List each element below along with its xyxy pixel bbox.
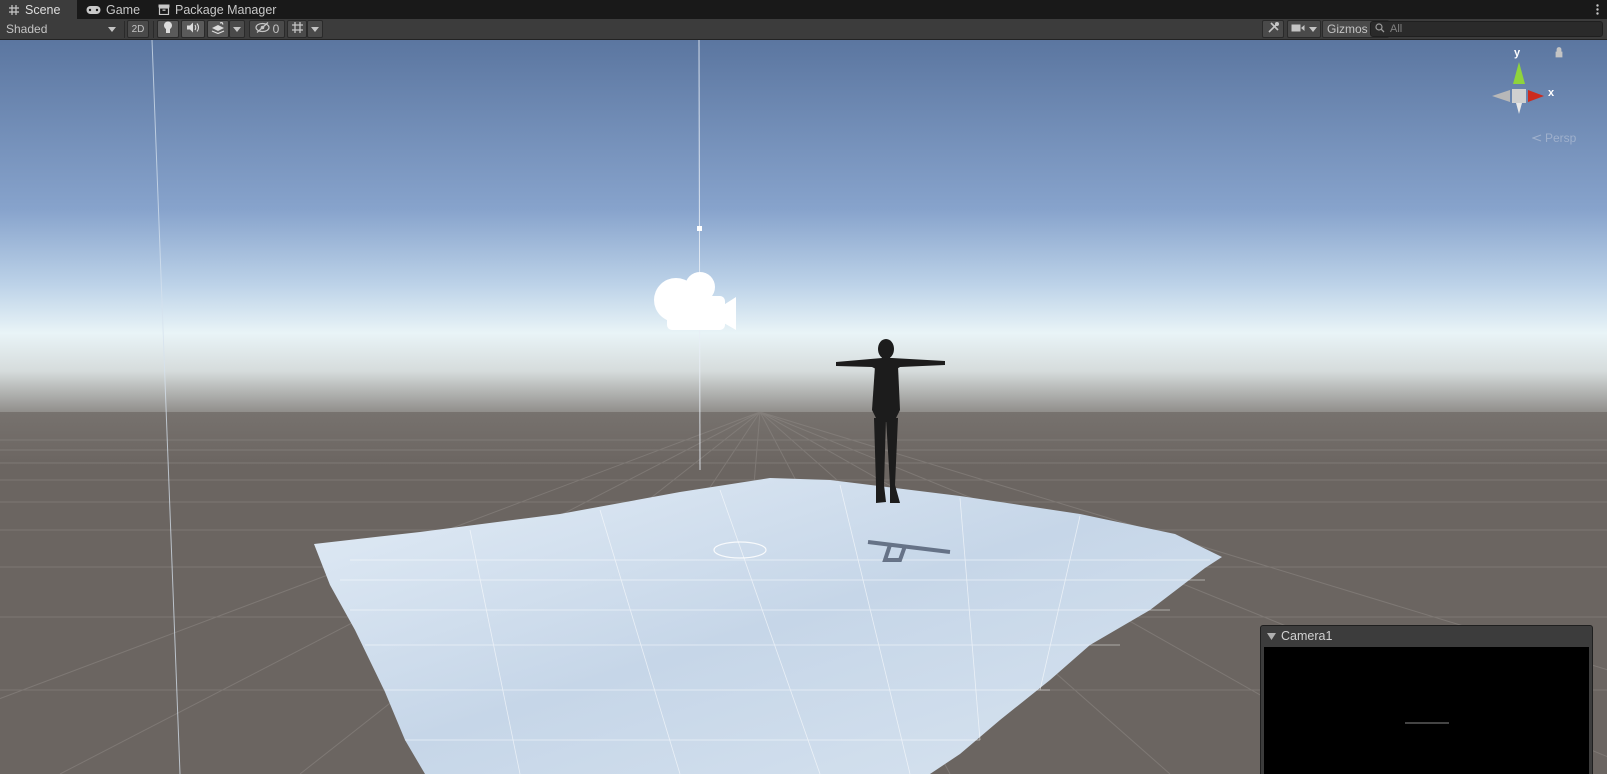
scene-search[interactable]	[1370, 21, 1603, 37]
tab-package-manager[interactable]: Package Manager	[150, 0, 290, 19]
camera-settings-dropdown[interactable]	[1287, 20, 1321, 38]
chevron-down-icon	[108, 26, 116, 32]
projection-label: Persp	[1545, 131, 1577, 145]
grid-toggle[interactable]	[287, 20, 307, 38]
neg-x-axis-cone[interactable]	[1492, 90, 1510, 102]
y-axis-cone[interactable]	[1513, 62, 1525, 84]
audio-toggle[interactable]	[181, 20, 205, 38]
camera-preview-title: Camera1	[1281, 629, 1333, 643]
camera-preview-panel: Camera1	[1260, 625, 1593, 774]
center-cube[interactable]	[1512, 89, 1526, 103]
y-axis-label: y	[1514, 47, 1521, 59]
search-icon	[1375, 22, 1385, 36]
tools-button[interactable]	[1262, 20, 1284, 38]
skybox	[0, 40, 1607, 416]
scene-toolbar: Shaded 2D 0 Gizmos All	[0, 19, 1607, 40]
tab-label: Scene	[25, 2, 61, 17]
camera-preview-screen	[1264, 647, 1589, 774]
more-options-icon[interactable]	[1591, 1, 1603, 18]
effects-dropdown[interactable]	[229, 20, 245, 38]
projection-toggle[interactable]: Persp	[1531, 131, 1577, 145]
divider	[153, 21, 154, 38]
video-camera-icon	[1291, 22, 1305, 36]
scene-viewport[interactable]: y x Persp Camera1	[0, 40, 1607, 774]
tab-game[interactable]: Game	[78, 0, 156, 19]
divider	[124, 21, 125, 38]
lock-icon[interactable]	[1555, 47, 1563, 58]
hidden-count: 0	[272, 22, 280, 36]
package-icon	[158, 4, 170, 15]
collapse-triangle-icon[interactable]	[1267, 629, 1276, 643]
search-input[interactable]	[1390, 23, 1590, 35]
unity-scene-window: Scene Game Package Manager Shaded 2D 0 G…	[0, 0, 1607, 774]
camera-preview-header[interactable]: Camera1	[1261, 626, 1592, 646]
layers-icon	[211, 21, 225, 37]
tab-bar: Scene Game Package Manager	[0, 0, 1607, 19]
gizmo-handle	[697, 226, 702, 231]
chevron-down-icon	[1309, 26, 1317, 32]
lighting-toggle[interactable]	[157, 20, 179, 38]
tab-scene[interactable]: Scene	[0, 0, 77, 19]
scene-visibility-toggle[interactable]: 0	[249, 20, 285, 38]
speaker-icon	[186, 22, 200, 36]
gamepad-icon	[86, 5, 101, 15]
grid-snap-icon	[291, 21, 304, 37]
preview-render-mark	[1404, 721, 1449, 724]
toggle-2d-button[interactable]: 2D	[127, 20, 149, 38]
tab-label: Game	[106, 2, 141, 17]
toggle-2d-label: 2D	[131, 23, 145, 35]
lightbulb-icon	[163, 21, 173, 37]
x-axis-label: x	[1548, 87, 1555, 99]
eye-hidden-icon	[255, 22, 270, 36]
x-axis-cone[interactable]	[1528, 90, 1544, 102]
draw-mode-dropdown[interactable]: Shaded	[2, 20, 120, 38]
grid-dropdown[interactable]	[307, 20, 323, 38]
tools-icon	[1267, 21, 1280, 37]
chevron-down-icon	[233, 26, 241, 32]
grid-icon	[8, 4, 20, 16]
gizmos-label: Gizmos	[1327, 22, 1368, 36]
perspective-icon	[1531, 131, 1542, 145]
effects-toggle[interactable]	[207, 20, 229, 38]
chevron-down-icon	[311, 26, 319, 32]
draw-mode-label: Shaded	[6, 22, 48, 36]
tab-label: Package Manager	[175, 2, 277, 17]
